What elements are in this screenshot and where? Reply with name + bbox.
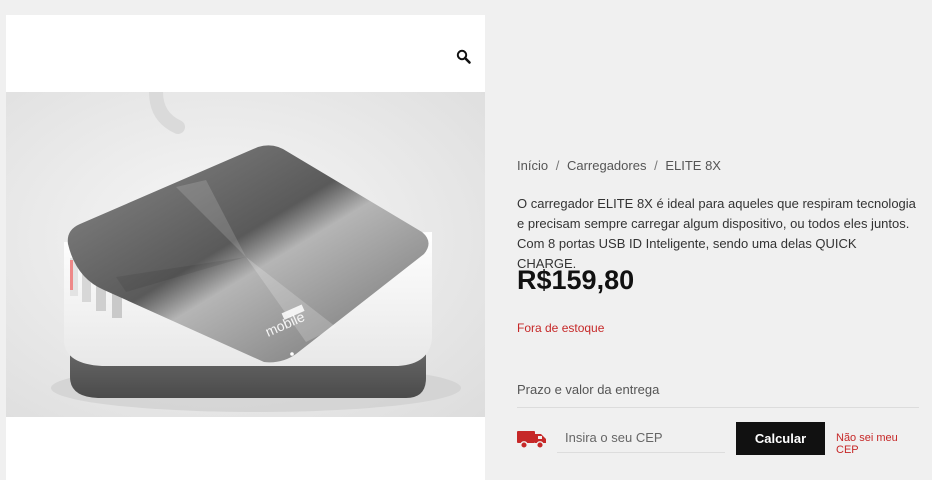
calculate-button[interactable]: Calcular	[736, 422, 825, 455]
breadcrumb: Início / Carregadores / ELITE 8X	[517, 158, 721, 173]
product-gallery: mobile	[6, 15, 485, 480]
magnifier-icon	[456, 49, 471, 64]
product-image[interactable]: mobile	[6, 92, 485, 417]
breadcrumb-home-link[interactable]: Início	[517, 158, 548, 173]
breadcrumb-separator: /	[555, 158, 560, 173]
truck-icon	[517, 431, 546, 449]
shipping-title: Prazo e valor da entrega	[517, 382, 660, 397]
cep-input[interactable]	[557, 423, 725, 453]
product-description: O carregador ELITE 8X é ideal para aquel…	[517, 196, 916, 271]
product-summary: Início / Carregadores / ELITE 8X O carre…	[517, 0, 919, 480]
stock-status: Fora de estoque	[517, 321, 605, 335]
breadcrumb-separator: /	[654, 158, 658, 173]
breadcrumb-current: ELITE 8X	[665, 158, 721, 173]
breadcrumb-category-link[interactable]: Carregadores	[567, 158, 647, 173]
no-cep-link[interactable]: Não sei meu CEP	[836, 432, 919, 456]
zoom-button[interactable]	[455, 48, 473, 66]
divider	[517, 407, 919, 408]
product-price: R$159,80	[517, 265, 635, 295]
